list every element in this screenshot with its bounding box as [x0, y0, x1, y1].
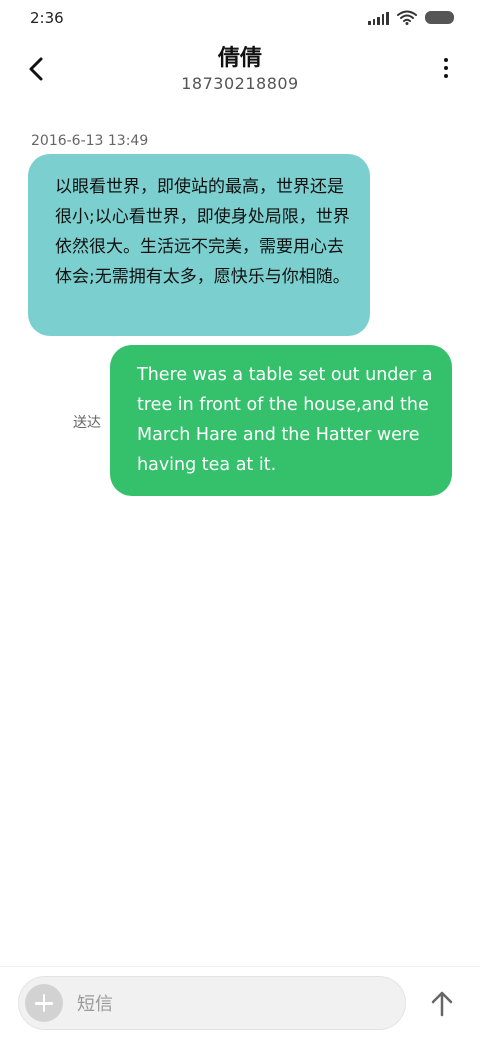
conversation-header: 倩倩 18730218809	[0, 40, 480, 102]
messaging-screen: 2:36 倩倩 18730218809 2016-6-13 13:49 以眼看世…	[0, 0, 480, 1040]
status-bar: 2:36	[0, 0, 480, 38]
message-timestamp: 2016-6-13 13:49	[31, 133, 149, 149]
contact-name: 倩倩	[217, 46, 262, 71]
composer-divider	[0, 966, 480, 967]
signal-icon	[368, 11, 389, 25]
sent-message-bubble[interactable]: There was a table set out under a tree i…	[110, 345, 452, 496]
contact-info: 倩倩 18730218809	[0, 44, 480, 94]
wifi-icon	[397, 10, 417, 25]
add-icon[interactable]	[25, 984, 63, 1022]
composer-bar	[18, 976, 406, 1031]
delivery-status: 送达	[73, 415, 101, 431]
send-button[interactable]	[429, 990, 455, 1018]
more-vert-icon[interactable]	[440, 58, 452, 82]
battery-icon	[425, 11, 454, 24]
status-time: 2:36	[30, 9, 64, 27]
status-icons	[368, 10, 454, 25]
contact-number: 18730218809	[181, 74, 299, 93]
received-message-bubble[interactable]: 以眼看世界，即使站的最高，世界还是很小;以心看世界，即使身处局限，世界依然很大。…	[28, 154, 370, 336]
message-input[interactable]	[75, 977, 389, 1031]
send-arrow-icon	[431, 991, 453, 1017]
